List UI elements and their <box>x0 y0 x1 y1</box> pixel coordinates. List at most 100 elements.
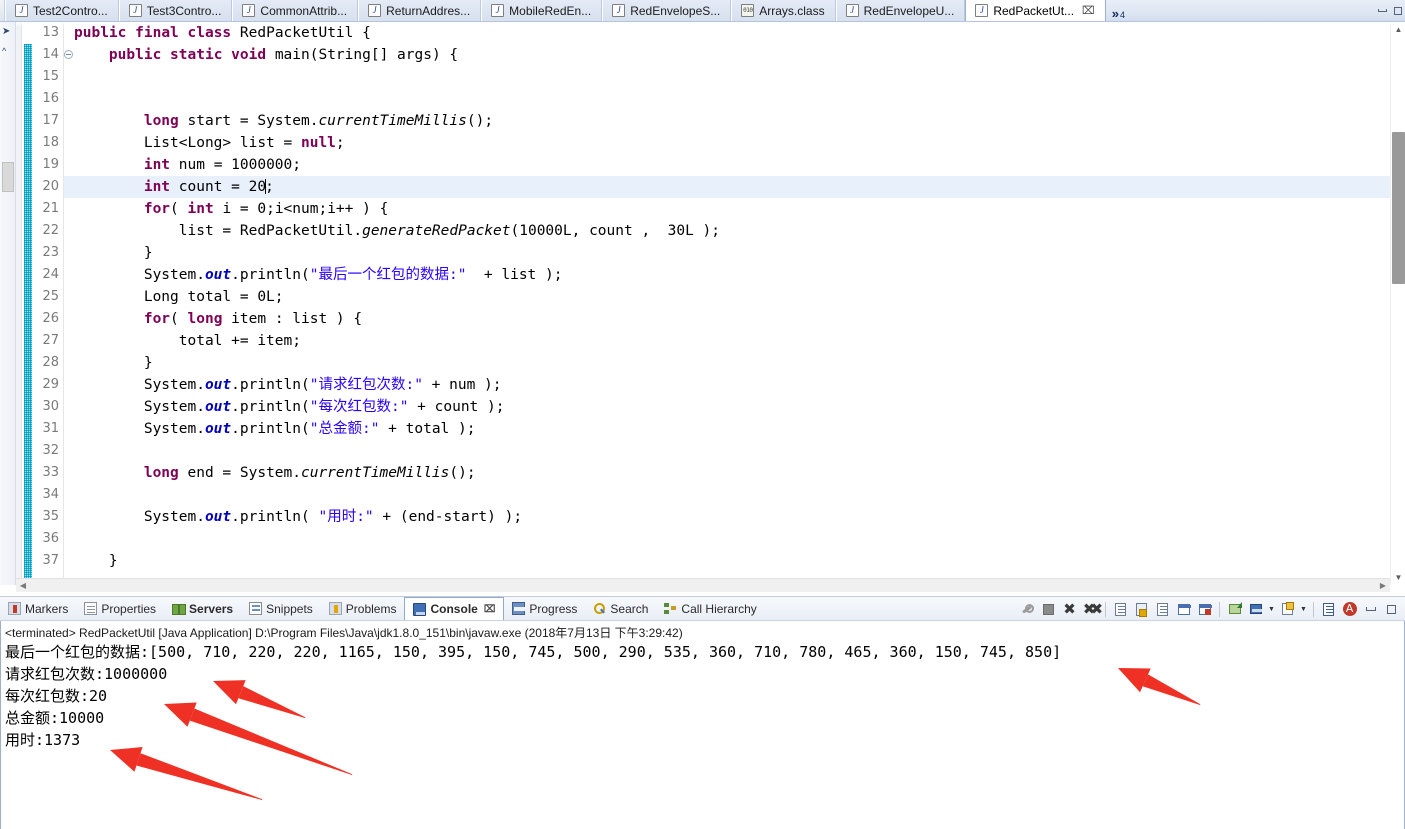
collapse-chevron-icon[interactable]: ^ <box>2 46 6 56</box>
editor-tab-label: RedPacketUt... <box>993 3 1075 18</box>
minimize-panel-button[interactable] <box>1361 600 1380 619</box>
editor-tab-7[interactable]: J RedEnvelopeU... <box>835 0 966 21</box>
code-line[interactable]: List<Long> list = null; <box>64 132 1405 154</box>
editor-tab-label: ReturnAddres... <box>386 3 471 18</box>
pin-console-icon[interactable] <box>1018 600 1037 619</box>
scroll-left-icon[interactable]: ◀ <box>16 579 30 593</box>
java-file-icon: J <box>975 4 989 17</box>
console-line-0: 最后一个红包的数据:[500, 710, 220, 220, 1165, 150… <box>5 643 1062 661</box>
remove-launch-icon[interactable]: ✖ <box>1060 600 1079 619</box>
open-console-icon[interactable] <box>1225 600 1244 619</box>
remove-all-terminated-icon[interactable]: ✖✖ <box>1081 600 1103 619</box>
code-line[interactable] <box>64 528 1405 550</box>
code-line[interactable]: public final class RedPacketUtil { <box>64 22 1405 44</box>
editor-tab-0[interactable]: J Test2Contro... <box>5 0 119 21</box>
view-tab-progress[interactable]: Progress <box>504 597 585 620</box>
view-tab-snippets[interactable]: Snippets <box>241 597 321 620</box>
view-tab-console[interactable]: Console ⌧ <box>404 597 505 620</box>
code-line[interactable]: System.out.println("请求红包次数:" + num ); <box>64 374 1405 396</box>
code-line[interactable] <box>64 88 1405 110</box>
code-line[interactable]: total += item; <box>64 330 1405 352</box>
code-line[interactable]: Long total = 0L; <box>64 286 1405 308</box>
restore-view-icon[interactable]: ➤ <box>2 26 10 37</box>
chevron-double-right-icon: » <box>1111 6 1119 21</box>
code-line[interactable]: public static void main(String[] args) { <box>64 44 1405 66</box>
view-tab-properties[interactable]: Properties <box>76 597 164 620</box>
minimize-editor-button[interactable] <box>1373 0 1391 21</box>
code-line[interactable]: System.out.println("最后一个红包的数据:" + list )… <box>64 264 1405 286</box>
editor-vertical-scrollbar[interactable]: ▲ ▼ <box>1390 22 1405 585</box>
scroll-lock-icon[interactable] <box>1132 600 1151 619</box>
clear-console-icon[interactable] <box>1111 600 1130 619</box>
word-wrap-icon[interactable] <box>1153 600 1172 619</box>
code-line[interactable]: } <box>64 550 1405 572</box>
code-editor[interactable]: 13 14− 15 16 17 18 19 20 21 22 23 24 25 26 27 28 29 30 31 3… <box>16 22 1405 585</box>
editor-tab-4[interactable]: J MobileRedEn... <box>481 0 603 21</box>
view-tab-markers[interactable]: Markers <box>0 597 76 620</box>
close-icon[interactable]: ⌧ <box>1082 4 1095 17</box>
editor-tab-3[interactable]: J ReturnAddres... <box>358 0 482 21</box>
maximize-panel-button[interactable] <box>1382 600 1401 619</box>
left-strip-thumb[interactable] <box>2 162 14 192</box>
view-tab-label: Markers <box>25 601 69 616</box>
editor-tab-6[interactable]: Arrays.class <box>731 0 836 21</box>
code-line[interactable]: int num = 1000000; <box>64 154 1405 176</box>
editor-tab-1[interactable]: J Test3Contro... <box>118 0 233 21</box>
code-line[interactable] <box>64 484 1405 506</box>
code-line[interactable]: } <box>64 352 1405 374</box>
scroll-right-icon[interactable]: ▶ <box>1376 579 1390 593</box>
editor-tab-8[interactable]: J RedPacketUt... ⌧ <box>965 0 1106 21</box>
code-line[interactable]: System.out.println("每次红包数:" + count ); <box>64 396 1405 418</box>
error-log-list-icon[interactable] <box>1319 600 1338 619</box>
editor-gutter[interactable]: 13 14− 15 16 17 18 19 20 21 22 23 24 25 26 27 28 29 30 31 3… <box>16 22 73 585</box>
scroll-down-icon[interactable]: ▼ <box>1391 570 1405 585</box>
show-console-error-icon[interactable] <box>1195 600 1214 619</box>
eclipse-ide-window: J Test2Contro... J Test3Contro... J CommonAtt… <box>0 0 1405 829</box>
editor-tab-label: MobileRedEn... <box>509 3 592 18</box>
java-file-icon: J <box>15 4 28 17</box>
editor-tab-2[interactable]: J CommonAttrib... <box>232 0 359 21</box>
scroll-up-icon[interactable]: ▲ <box>1391 22 1405 37</box>
close-icon[interactable]: ⌧ <box>484 604 496 615</box>
view-tab-servers[interactable]: Servers <box>164 597 241 620</box>
code-line[interactable]: System.out.println("总金额:" + total ); <box>64 418 1405 440</box>
code-line[interactable]: for( int i = 0;i<num;i++ ) { <box>64 198 1405 220</box>
view-tab-search[interactable]: Search <box>585 597 656 620</box>
view-tab-call-hierarchy[interactable]: Call Hierarchy <box>656 597 764 620</box>
console-line-1: 请求红包次数:1000000 <box>5 665 168 683</box>
tab-overflow-button[interactable]: » 4 <box>1106 0 1131 21</box>
display-console-dropdown-icon[interactable]: ▼ <box>1267 600 1276 619</box>
maximize-editor-button[interactable] <box>1391 0 1405 21</box>
java-file-icon: J <box>491 4 505 17</box>
line-number: 29 <box>42 377 59 392</box>
code-line[interactable]: long end = System.currentTimeMillis(); <box>64 462 1405 484</box>
editor-horizontal-scrollbar[interactable]: ◀ ▶ <box>16 578 1390 592</box>
code-line[interactable]: for( long item : list ) { <box>64 308 1405 330</box>
editor-tab-label: Arrays.class <box>759 3 825 18</box>
code-line[interactable] <box>64 66 1405 88</box>
editor-tab-label: RedEnvelopeS... <box>630 3 721 18</box>
view-tab-problems[interactable]: Problems <box>321 597 405 620</box>
editor-tab-5[interactable]: J RedEnvelopeS... <box>602 0 732 21</box>
code-line[interactable] <box>64 440 1405 462</box>
new-console-dropdown-icon[interactable]: ▼ <box>1299 600 1308 619</box>
code-line[interactable]: } <box>64 242 1405 264</box>
console-line-2: 每次红包数:20 <box>5 687 108 705</box>
show-console-icon[interactable] <box>1174 600 1193 619</box>
line-number: 28 <box>42 355 59 370</box>
editor-tab-label: Test3Contro... <box>146 3 222 18</box>
new-console-view-icon[interactable] <box>1278 600 1297 619</box>
java-file-icon: J <box>845 4 859 17</box>
vertical-scroll-thumb[interactable] <box>1392 132 1405 284</box>
terminate-icon[interactable] <box>1039 600 1058 619</box>
console-output[interactable]: <terminated> RedPacketUtil [Java Applica… <box>0 621 1405 829</box>
code-line[interactable]: System.out.println( "用时:" + (end-start) … <box>64 506 1405 528</box>
code-line[interactable]: list = RedPacketUtil.generateRedPacket(1… <box>64 220 1405 242</box>
java-file-icon: J <box>368 4 382 17</box>
code-text-area[interactable]: public final class RedPacketUtil { publi… <box>64 22 1405 585</box>
code-line[interactable]: int count = 20; <box>64 176 1405 198</box>
line-number: 23 <box>42 245 59 260</box>
display-selected-console-icon[interactable] <box>1246 600 1265 619</box>
error-log-icon[interactable]: A <box>1340 600 1359 619</box>
code-line[interactable]: long start = System.currentTimeMillis(); <box>64 110 1405 132</box>
